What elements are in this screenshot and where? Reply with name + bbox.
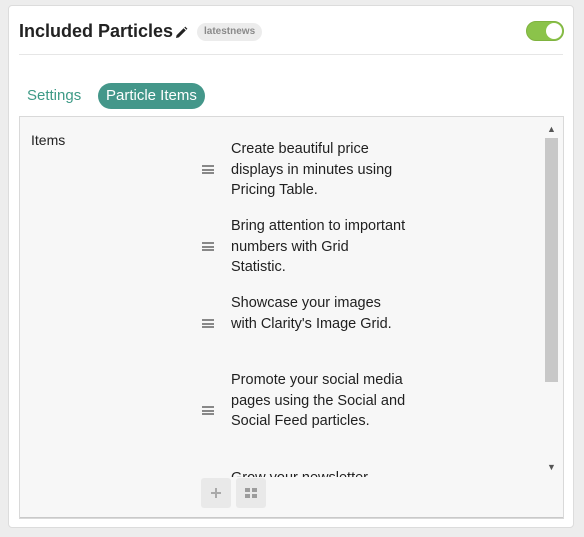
scrollbar-thumb[interactable] bbox=[545, 138, 558, 382]
panel-header: Included Particles latestnews bbox=[19, 20, 564, 55]
tab-settings[interactable]: Settings bbox=[19, 83, 89, 109]
plus-icon bbox=[211, 488, 221, 498]
item-text: Grow your newsletter bbox=[231, 468, 406, 477]
item-text: Promote your social media pages using th… bbox=[231, 372, 406, 429]
items-panel: Items Create beautiful price displays in… bbox=[19, 116, 564, 519]
list-item[interactable]: Grow your newsletter bbox=[195, 460, 525, 477]
grid-view-button[interactable] bbox=[236, 478, 266, 508]
grid-icon bbox=[245, 488, 257, 498]
add-item-button[interactable] bbox=[201, 478, 231, 508]
scroll-up-icon[interactable]: ▲ bbox=[544, 122, 559, 136]
tab-particle-items[interactable]: Particle Items bbox=[98, 83, 205, 109]
items-label: Items bbox=[31, 132, 66, 148]
list-item[interactable]: Promote your social media pages using th… bbox=[195, 362, 525, 446]
items-scrollbar[interactable]: ▲ ▼ bbox=[544, 122, 559, 474]
item-text: Bring attention to important numbers wit… bbox=[231, 218, 406, 275]
list-item[interactable]: Bring attention to important numbers wit… bbox=[195, 208, 525, 275]
toggle-knob bbox=[546, 23, 562, 39]
item-text: Showcase your images with Clarity's Imag… bbox=[231, 295, 392, 332]
item-text: Create beautiful price displays in minut… bbox=[231, 141, 393, 198]
included-particles-panel: Included Particles latestnews Settings P… bbox=[8, 5, 574, 528]
drag-handle-icon[interactable] bbox=[202, 319, 214, 328]
drag-handle-icon[interactable] bbox=[202, 406, 214, 415]
list-item[interactable]: Showcase your images with Clarity's Imag… bbox=[195, 285, 525, 347]
enable-toggle[interactable] bbox=[526, 21, 564, 41]
scroll-down-icon[interactable]: ▼ bbox=[544, 460, 559, 474]
drag-handle-icon[interactable] bbox=[202, 242, 214, 251]
list-item[interactable]: Create beautiful price displays in minut… bbox=[195, 131, 525, 198]
drag-handle-icon[interactable] bbox=[202, 165, 214, 174]
items-list[interactable]: Create beautiful price displays in minut… bbox=[195, 125, 525, 477]
panel-title: Included Particles bbox=[19, 21, 174, 41]
pencil-icon[interactable] bbox=[174, 26, 188, 40]
particle-id-badge: latestnews bbox=[197, 23, 263, 41]
